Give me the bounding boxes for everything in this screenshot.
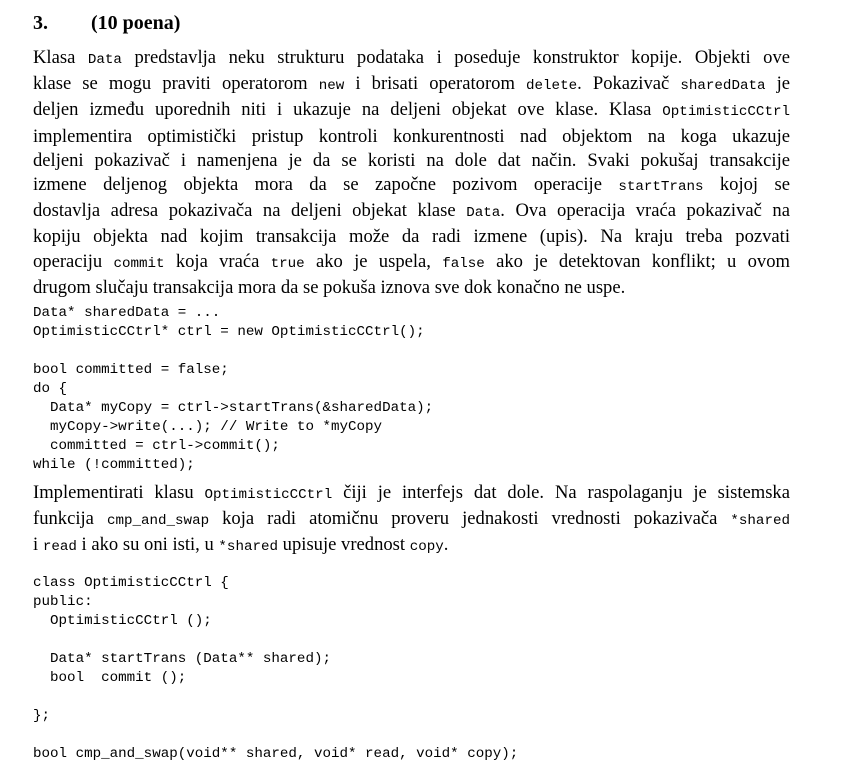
code-line: committed = ctrl->commit();	[33, 438, 280, 455]
inline-code: OptimisticCCtrl	[204, 487, 333, 504]
code-line: class OptimisticCCtrl {	[33, 574, 229, 591]
text-run: Klasa	[33, 47, 88, 68]
problem-heading: 3. (10 poena)	[33, 10, 790, 36]
code-line: bool cmp_and_swap(void** shared, void* r…	[33, 745, 519, 762]
code-line: OptimisticCCtrl ();	[33, 612, 212, 629]
text-run: klase se mogu praviti operatorom	[33, 73, 319, 95]
code-line: Data* startTrans (Data** shared);	[33, 650, 331, 667]
intro-line: deljeni pokazivač i namenjena je da se k…	[33, 149, 790, 173]
inline-code: read	[42, 539, 77, 556]
text-run: Implementirati klasu	[33, 482, 205, 504]
text-run: čiji je interfejs dat dole. Na raspolaga…	[332, 482, 790, 504]
text-run: drugom slučaju transakcija mora da se po…	[33, 276, 626, 298]
inline-code: delete	[526, 78, 578, 95]
text-run: operaciju	[33, 250, 114, 272]
usage-code-block: Data* sharedData = ... OptimisticCCtrl* c…	[33, 304, 790, 475]
text-run: .	[443, 534, 449, 556]
code-line: };	[33, 707, 51, 724]
text-run: kojoj se	[703, 174, 790, 196]
intro-line: dostavlja adresa pokazivača na deljeni o…	[33, 199, 790, 225]
intro-line: Klasa Data predstavlja neku strukturu po…	[33, 46, 790, 72]
task-paragraph: Implementirati klasu OptimisticCCtrl čij…	[33, 481, 790, 560]
text-run: deljeni pokazivač i namenjena je da se k…	[33, 149, 790, 171]
code-line: do {	[33, 381, 68, 398]
text-run: koja vraća	[164, 250, 271, 272]
text-run: predstavlja neku strukturu podataka i po…	[121, 47, 790, 68]
code-line: public:	[33, 593, 93, 610]
interface-code-block: class OptimisticCCtrl { public: Optimisti…	[33, 574, 790, 764]
intro-line: klase se mogu praviti operatorom new i b…	[33, 72, 790, 98]
text-run: . Pokazivač	[577, 73, 681, 95]
intro-line: kopiju objekta nad kojim transakcija mož…	[33, 225, 790, 249]
text-run: je	[765, 73, 791, 95]
code-line: Data* sharedData = ...	[33, 305, 221, 322]
text-run: kopiju objekta nad kojim transakcija mož…	[33, 226, 790, 248]
text-run: i brisati operatorom	[344, 73, 527, 95]
code-line: OptimisticCCtrl* ctrl = new OptimisticCC…	[33, 324, 425, 341]
text-run: i ako su oni isti, u	[76, 534, 219, 556]
inline-code: Data	[466, 205, 501, 222]
inline-code: cmp_and_swap	[106, 513, 210, 530]
inline-code: Data	[87, 52, 122, 68]
text-run: ako je detektovan konflikt; u ovom	[484, 250, 790, 272]
code-line: myCopy->write(...); // Write to *myCopy	[33, 419, 383, 436]
text-run: . Ova operacija vraća pokazivač na	[500, 200, 790, 222]
intro-line: operaciju commit koja vraća true ako je …	[33, 250, 790, 276]
document: 3. (10 poena) Klasa Data predstavlja neku…	[33, 10, 790, 764]
intro-line: implementira optimistički pristup kontro…	[33, 125, 790, 149]
inline-code: *shared	[218, 539, 279, 556]
inline-code: *shared	[730, 513, 790, 530]
inline-code: commit	[113, 255, 165, 272]
code-line: while (!committed);	[33, 457, 195, 474]
text-run: izmene deljenog objekta mora da se započ…	[33, 174, 619, 196]
intro-line: drugom slučaju transakcija mora da se po…	[33, 276, 790, 300]
intro-line: izmene deljenog objekta mora da se započ…	[33, 173, 790, 199]
inline-code: true	[270, 255, 305, 272]
text-run: upisuje vrednost	[278, 534, 410, 556]
text-run: ako je uspela,	[304, 250, 443, 272]
code-line: bool committed = false;	[33, 362, 229, 379]
text-run: i	[33, 534, 43, 556]
text-run: funkcija	[33, 508, 107, 530]
problem-points: (10 poena)	[91, 12, 181, 34]
text-run: deljen između uporednih niti i ukazuje n…	[33, 99, 663, 121]
code-line: Data* myCopy = ctrl->startTrans(&sharedD…	[33, 400, 434, 417]
task-line: Implementirati klasu OptimisticCCtrl čij…	[33, 481, 790, 507]
inline-code: false	[442, 255, 485, 272]
intro-paragraph: Klasa Data predstavlja neku strukturu po…	[33, 46, 790, 300]
intro-line: deljen između uporednih niti i ukazuje n…	[33, 98, 790, 124]
inline-code: OptimisticCCtrl	[662, 104, 790, 121]
inline-code: copy	[409, 539, 444, 556]
text-run: implementira optimistički pristup kontro…	[33, 125, 790, 147]
inline-code: sharedData	[680, 78, 766, 95]
task-line: funkcija cmp_and_swap koja radi atomičnu…	[33, 507, 790, 533]
problem-number: 3.	[33, 12, 48, 34]
text-run: koja radi atomičnu proveru jednakosti vr…	[209, 508, 731, 530]
code-line: bool commit ();	[33, 669, 187, 686]
task-line: i read i ako su oni isti, u *shared upis…	[33, 533, 790, 559]
text-run: dostavlja adresa pokazivača na deljeni o…	[33, 200, 467, 222]
inline-code: new	[318, 78, 345, 95]
inline-code: startTrans	[618, 179, 704, 196]
